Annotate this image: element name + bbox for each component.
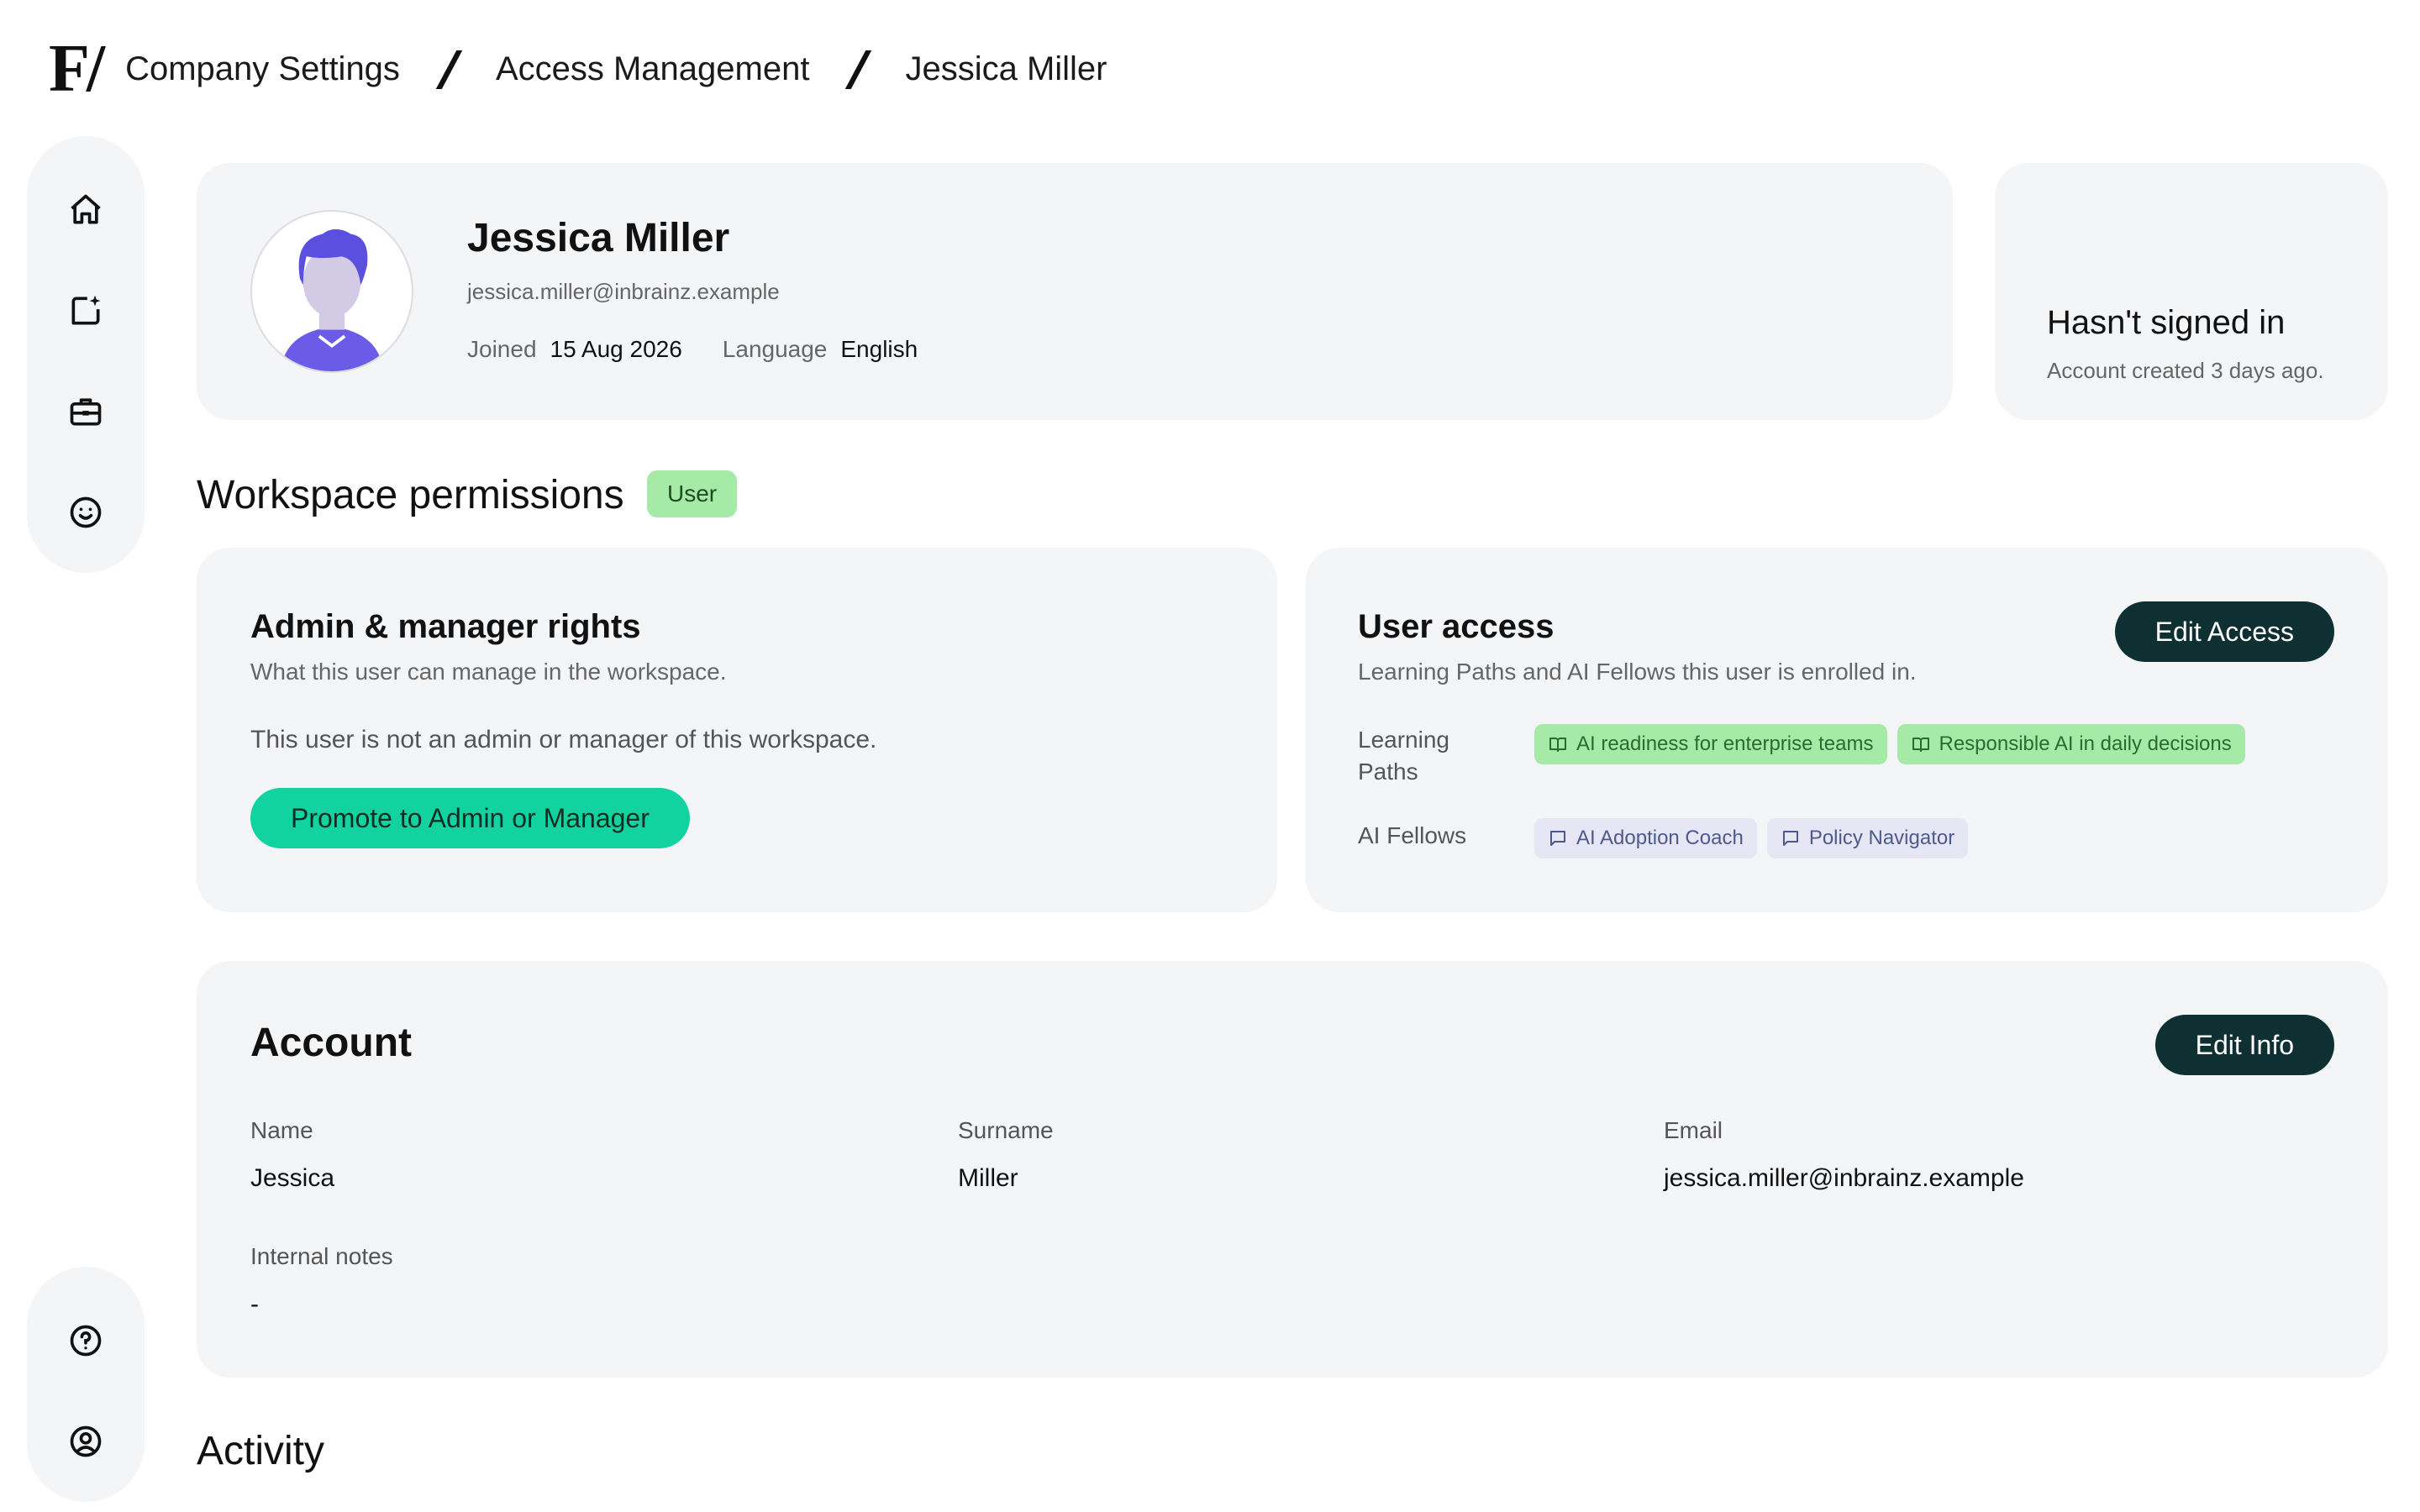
book-icon [1549,738,1566,752]
role-badge: User [647,470,738,517]
breadcrumb-current-user: Jessica Miller [905,50,1107,87]
promote-button[interactable]: Promote to Admin or Manager [250,788,690,848]
avatar [250,210,413,373]
edit-access-button[interactable]: Edit Access [2114,601,2334,662]
name-value: Jessica [250,1164,335,1192]
profile-email: jessica.miller@inbrainz.example [467,279,780,304]
internal-notes-label: Internal notes [250,1243,393,1269]
user-access-title: User access [1358,608,1555,645]
company-logo[interactable]: F/ [49,35,105,102]
language-value: English [840,336,918,362]
learning-path-chip[interactable]: AI readiness for enterprise teams [1534,724,1887,764]
profile-meta: Joined 15 Aug 2026 Language English [467,336,958,363]
ai-fellow-label: Policy Navigator [1808,827,1955,849]
chat-bubble-icon [1782,831,1798,846]
account-title: Account [250,1021,412,1065]
help-icon[interactable] [60,1315,111,1366]
ai-fellows-list: AI Adoption Coach Policy Navigator [1534,818,1969,858]
breadcrumb-separator [434,49,462,89]
learning-path-chip[interactable]: Responsible AI in daily decisions [1897,724,2245,764]
email-label: Email [1664,1117,1723,1143]
admin-rights-title: Admin & manager rights [250,608,641,645]
admin-rights-subtitle: What this user can manage in the workspa… [250,659,727,685]
surname-value: Miller [958,1164,1018,1192]
learning-paths-list: AI readiness for enterprise teams Respon… [1534,724,2245,764]
user-access-card: User access Learning Paths and AI Fellow… [1306,548,2388,912]
breadcrumb: F/ Company Settings Access Management Je… [49,29,1107,109]
joined-value: 15 Aug 2026 [550,336,682,362]
ai-fellow-label: AI Adoption Coach [1576,827,1744,849]
account-created-text: Account created 3 days ago. [2047,358,2324,383]
chat-bubble-icon [1550,831,1565,846]
profile-name: Jessica Miller [467,216,730,260]
signin-status-card: Hasn't signed in Account created 3 days … [1995,163,2388,420]
learning-path-label: Responsible AI in daily decisions [1939,732,2232,755]
smiley-icon[interactable] [60,487,111,538]
workspace-permissions-title: Workspace permissions [197,473,624,517]
account-card: Account Edit Info Name Jessica Surname M… [197,961,2388,1378]
book-icon [1912,738,1929,752]
joined-label: Joined [467,336,537,362]
edit-info-button[interactable]: Edit Info [2154,1015,2334,1075]
ai-fellows-label: AI Fellows [1358,822,1467,848]
profile-card: Jessica Miller jessica.miller@inbrainz.e… [197,163,1953,420]
breadcrumb-separator [843,49,871,89]
learning-paths-label: Learning Paths [1358,727,1449,785]
ai-fellow-chip[interactable]: Policy Navigator [1766,818,1969,858]
activity-title: Activity [197,1429,325,1473]
briefcase-icon[interactable] [60,386,111,437]
internal-notes-value: - [250,1290,259,1318]
learning-path-label: AI readiness for enterprise teams [1576,732,1874,755]
sidebar-nav [27,136,145,573]
profile-icon[interactable] [60,1416,111,1467]
user-access-subtitle: Learning Paths and AI Fellows this user … [1358,659,1917,685]
new-chat-icon[interactable] [60,286,111,336]
sidebar-footer [27,1267,145,1502]
ai-fellow-chip[interactable]: AI Adoption Coach [1534,818,1757,858]
breadcrumb-company-settings[interactable]: Company Settings [125,50,400,88]
admin-status-note: This user is not an admin or manager of … [250,726,877,753]
language-label: Language [722,336,828,362]
admin-rights-card: Admin & manager rights What this user ca… [197,548,1277,912]
breadcrumb-access-management[interactable]: Access Management [496,50,810,88]
signin-status-title: Hasn't signed in [2047,304,2286,341]
home-icon[interactable] [60,185,111,235]
email-value: jessica.miller@inbrainz.example [1664,1164,2024,1192]
surname-label: Surname [958,1117,1054,1143]
name-label: Name [250,1117,313,1143]
